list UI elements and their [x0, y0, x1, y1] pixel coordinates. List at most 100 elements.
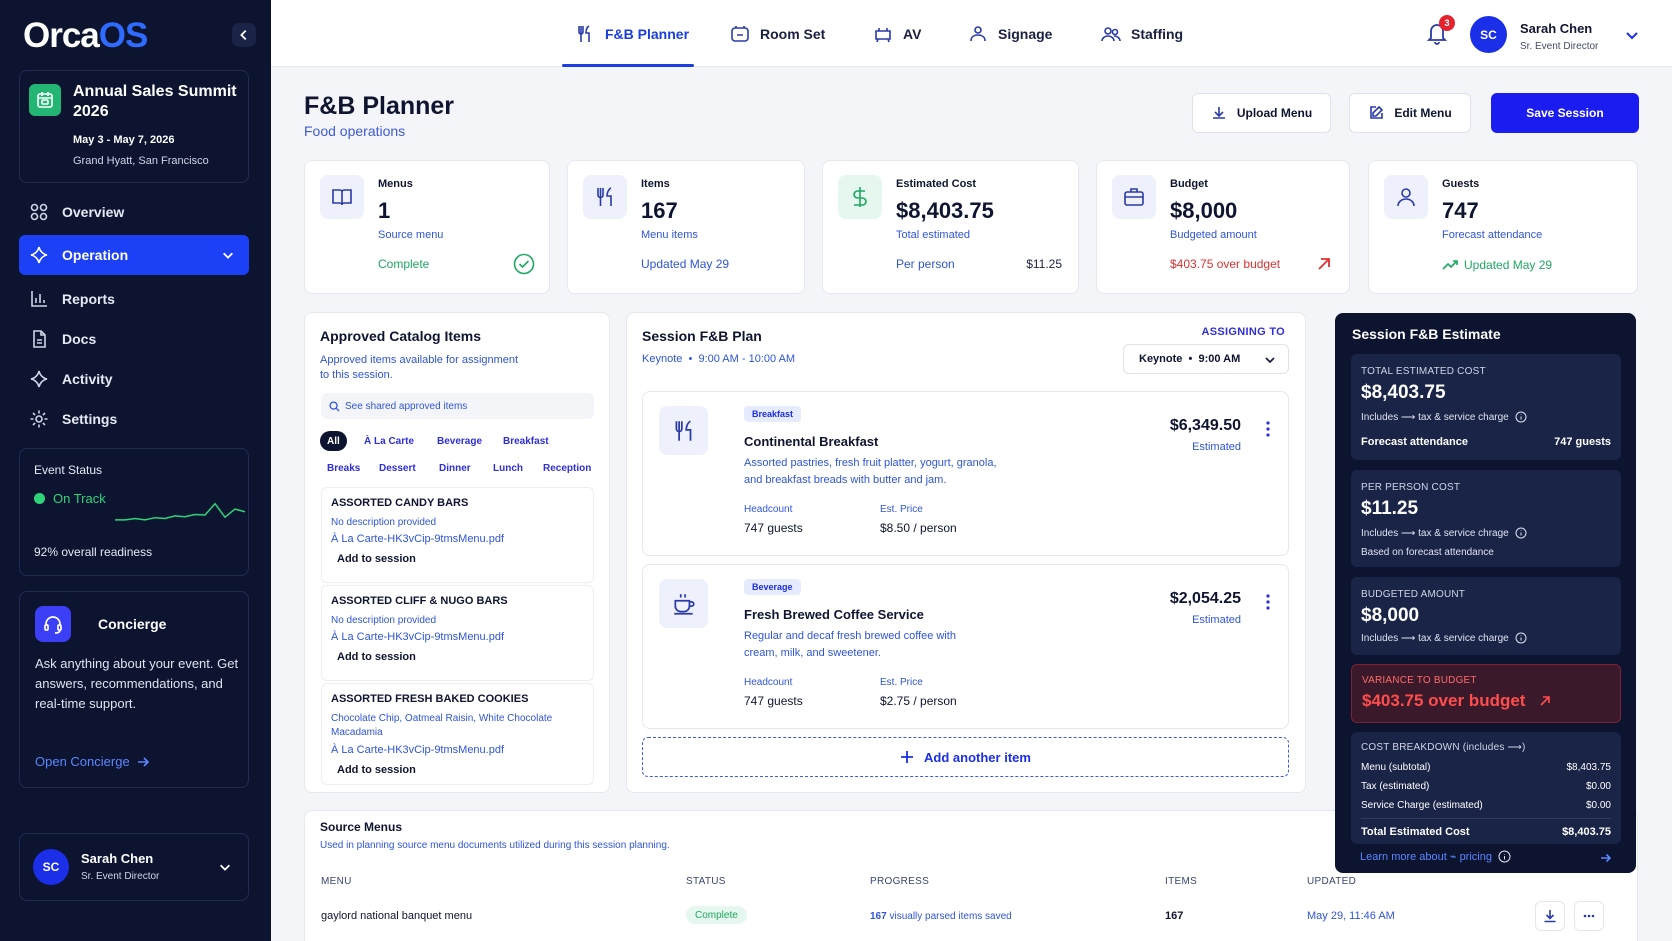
kpi-label: Budget [1170, 178, 1208, 190]
chevron-down-icon[interactable] [1624, 27, 1640, 43]
add-to-session-button[interactable]: Add to session [337, 651, 416, 663]
price-label: Est. Price [880, 504, 923, 515]
nav-item-operation[interactable]: Operation [19, 235, 249, 275]
tab-av[interactable]: AV [873, 0, 921, 67]
add-another-item-button[interactable]: Add another item [642, 737, 1289, 777]
kpi-label: Items [641, 178, 670, 190]
chip-breaks[interactable]: Breaks [320, 458, 367, 478]
concierge-title: Concierge [98, 616, 167, 632]
catalog-item-file-link[interactable]: À La Carte-HK3vCip-9tmsMenu.pdf [331, 533, 504, 545]
save-session-button[interactable]: Save Session [1491, 93, 1639, 133]
nav-item-label: Overview [62, 204, 125, 220]
column-header-items: ITEMS [1165, 876, 1198, 887]
total-estimated-label: TOTAL ESTIMATED COST [1361, 366, 1486, 377]
app-logo[interactable]: OrcaOS [23, 16, 148, 56]
chip-a-la-carte[interactable]: À La Carte [357, 431, 421, 451]
kpi-label: Guests [1442, 178, 1480, 190]
collapse-sidebar-button[interactable] [232, 23, 256, 47]
event-card[interactable]: Annual Sales Summit 2026 May 3 - May 7, … [19, 70, 249, 183]
coffee-icon [659, 579, 708, 628]
event-venue: Grand Hyatt, San Francisco [73, 155, 209, 167]
catalog-title: Approved Catalog Items [320, 328, 482, 344]
total-row: Total Estimated Cost $8,403.75 [1361, 826, 1611, 838]
kpi-sub: Menu items [641, 229, 698, 241]
concierge-text: Ask anything about your event. Get answe… [35, 656, 239, 711]
chip-reception[interactable]: Reception [536, 458, 598, 478]
catalog-item-file-link[interactable]: À La Carte-HK3vCip-9tmsMenu.pdf [331, 631, 504, 643]
search-icon [329, 400, 340, 412]
includes-note: Includes ⟶ tax & service charge [1361, 632, 1527, 644]
add-to-session-button[interactable]: Add to session [337, 553, 416, 565]
more-vertical-icon[interactable] [1265, 420, 1271, 438]
source-menu-name[interactable]: gaylord national banquet menu [321, 910, 472, 922]
plan-item-total-label: Estimated [1192, 614, 1241, 626]
kpi-value: $8,403.75 [896, 198, 994, 223]
download-menu-button[interactable] [1535, 901, 1565, 931]
utensils-icon [659, 406, 708, 455]
kpi-per-person-value: $11.25 [1026, 257, 1062, 271]
source-menus-title: Source Menus [320, 820, 403, 834]
divider [1361, 818, 1611, 819]
catalog-item-file-link[interactable]: À La Carte-HK3vCip-9tmsMenu.pdf [331, 744, 504, 756]
upload-menu-button[interactable]: Upload Menu [1192, 93, 1331, 133]
event-dates: May 3 - May 7, 2026 [73, 134, 175, 146]
kpi-sub: Forecast attendance [1442, 229, 1543, 241]
source-menu-items: 167 [1165, 910, 1184, 922]
kpi-value: 1 [378, 198, 391, 223]
nav-item-settings[interactable]: Settings [19, 399, 249, 439]
readiness-sparkline [115, 502, 245, 521]
chip-dinner[interactable]: Dinner [432, 458, 478, 478]
av-icon [873, 24, 893, 44]
chip-all[interactable]: All [320, 431, 347, 451]
session-plan-subtitle: Keynote • 9:00 AM - 10:00 AM [642, 353, 796, 365]
kpi-foot: Updated May 29 [641, 257, 730, 271]
nav-item-overview[interactable]: Overview [19, 192, 249, 232]
readiness-text: 92% overall readiness [34, 545, 153, 559]
nav-item-reports[interactable]: Reports [19, 279, 249, 319]
page-subtitle: Food operations [304, 123, 406, 139]
user-card[interactable]: SC Sarah Chen Sr. Event Director [19, 833, 249, 901]
pricing-link[interactable]: Learn more about ⌁ pricing [1360, 850, 1511, 863]
avatar[interactable]: SC [1470, 16, 1507, 53]
edit-menu-button[interactable]: Edit Menu [1349, 93, 1471, 133]
utensils-icon [583, 175, 627, 219]
check-circle-icon [513, 253, 535, 275]
add-to-session-button[interactable]: Add to session [337, 764, 416, 776]
more-actions-button[interactable] [1574, 901, 1604, 931]
plan-item: Breakfast Continental Breakfast Assorted… [642, 391, 1289, 556]
chip-breakfast[interactable]: Breakfast [496, 431, 556, 451]
nav-item-docs[interactable]: Docs [19, 319, 249, 359]
tab-signage[interactable]: Signage [968, 0, 1052, 67]
estimate-panel: Session F&B Estimate TOTAL ESTIMATED COS… [1335, 313, 1636, 873]
breakdown-row: Service Charge (estimated) $0.00 [1361, 800, 1611, 811]
plan-item-tag: Beverage [744, 579, 801, 595]
variance-card: VARIANCE TO BUDGET $403.75 over budget [1351, 664, 1621, 723]
more-vertical-icon[interactable] [1265, 593, 1271, 611]
session-select[interactable]: Keynote • 9:00 AM [1123, 344, 1289, 374]
page-title: F&B Planner [304, 92, 455, 120]
arrow-up-right-icon [1540, 696, 1551, 706]
nav-item-activity[interactable]: Activity [19, 359, 249, 399]
variance-value: $403.75 over budget [1362, 691, 1553, 711]
catalog-search-input[interactable]: See shared approved items [321, 393, 594, 419]
edit-icon [1368, 105, 1384, 121]
user-role: Sr. Event Director [1520, 41, 1599, 52]
open-concierge-link[interactable]: Open Concierge [35, 754, 150, 769]
catalog-item: ASSORTED FRESH BAKED COOKIES Chocolate C… [321, 683, 594, 785]
chip-dessert[interactable]: Dessert [372, 458, 423, 478]
tab-staffing[interactable]: Staffing [1101, 0, 1183, 67]
plus-icon [901, 751, 914, 763]
notifications-button[interactable]: 3 [1425, 15, 1455, 46]
plan-item-desc: Assorted pastries, fresh fruit platter, … [744, 457, 997, 486]
kpi-sub: Budgeted amount [1170, 229, 1257, 241]
source-menu-updated: May 29, 11:46 AM [1307, 910, 1395, 922]
arrow-right-icon[interactable] [1600, 852, 1612, 864]
chip-lunch[interactable]: Lunch [486, 458, 530, 478]
chip-beverage[interactable]: Beverage [430, 431, 489, 451]
includes-note: Includes ⟶ tax & service charge [1361, 411, 1527, 423]
tab-room-set[interactable]: Room Set [730, 0, 825, 67]
kpi-value: 747 [1442, 198, 1479, 223]
status-dot-icon [34, 493, 45, 504]
tab-fb-planner[interactable]: F&B Planner [561, 0, 695, 67]
catalog-item: ASSORTED CANDY BARS No description provi… [321, 487, 594, 583]
